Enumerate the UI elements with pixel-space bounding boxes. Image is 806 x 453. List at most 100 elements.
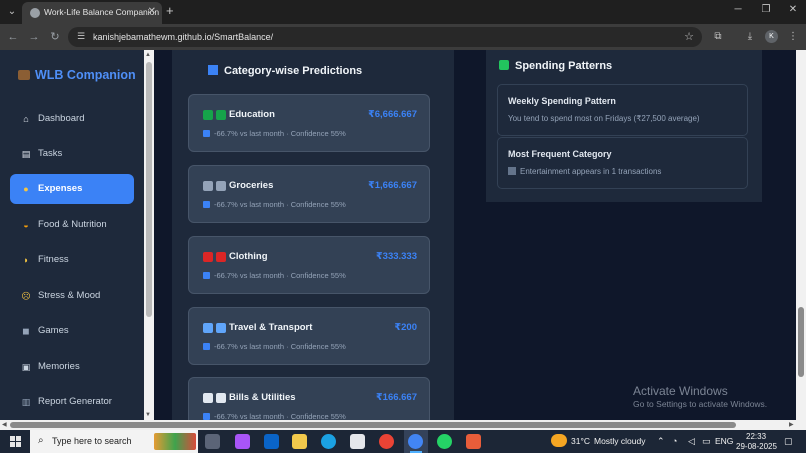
minimize-button[interactable]: ─ — [728, 4, 748, 15]
trend-icon — [203, 272, 210, 279]
memories-icon: ▣ — [21, 362, 31, 372]
temperature[interactable]: 31°C — [571, 436, 590, 446]
prediction-card-education: Education ₹6,666.667 -66.7% vs last mont… — [188, 94, 430, 152]
shirt-icon — [216, 252, 226, 262]
sidebar-scrollbar[interactable]: ▲ ▼ — [144, 50, 154, 420]
close-window-button[interactable]: ✕ — [783, 4, 803, 15]
weather-text[interactable]: Mostly cloudy — [594, 436, 646, 446]
clock-date[interactable]: 29-08-2025 — [736, 442, 777, 451]
page-viewport: WLB Companion ⌂ Dashboard ▤ Tasks ● Expe… — [0, 50, 806, 420]
translate-icon[interactable]: ⧉ — [710, 29, 726, 45]
sidebar-item-tasks[interactable]: ▤ Tasks — [10, 139, 134, 169]
chrome-icon[interactable] — [379, 434, 394, 449]
scroll-down-arrow-icon[interactable]: ▼ — [145, 412, 151, 418]
taskbar-chrome-active[interactable] — [404, 430, 428, 453]
sidebar-item-report-generator[interactable]: ▥ Report Generator — [10, 387, 134, 417]
receipt-icon — [216, 393, 226, 403]
task-view-icon[interactable] — [205, 434, 220, 449]
page-vertical-scrollbar-thumb[interactable] — [798, 307, 804, 377]
airplane-icon — [203, 323, 213, 333]
app-icon[interactable] — [466, 434, 481, 449]
trend-icon — [203, 413, 210, 420]
money-bag-icon: ● — [23, 184, 29, 194]
trend-icon — [203, 343, 210, 350]
copilot-icon[interactable] — [235, 434, 250, 449]
store-icon[interactable] — [350, 434, 365, 449]
sidebar-item-fitness[interactable]: ◗ Fitness — [10, 245, 134, 275]
clapper-icon — [508, 167, 516, 175]
home-icon: ⌂ — [23, 114, 29, 124]
brand-name: WLB Companion — [35, 68, 136, 82]
page-vertical-scrollbar[interactable] — [796, 50, 806, 420]
sidebar-item-stress-mood[interactable]: ☹ Stress & Mood — [10, 281, 134, 311]
bar-chart-icon — [208, 65, 218, 75]
taskbar-search-box[interactable]: ⌕ Type here to search — [30, 430, 198, 453]
page-horizontal-scrollbar[interactable]: ◀ ▶ — [0, 420, 806, 430]
cart-icon — [216, 181, 226, 191]
sidebar-item-dashboard[interactable]: ⌂ Dashboard — [10, 104, 134, 134]
new-tab-button[interactable]: + — [166, 3, 174, 18]
activate-windows-subtitle: Go to Settings to activate Windows. — [633, 399, 768, 409]
face-icon: ☹ — [21, 291, 31, 301]
file-explorer-icon[interactable] — [292, 434, 307, 449]
whatsapp-icon[interactable] — [437, 434, 452, 449]
language-indicator[interactable]: ENG — [715, 436, 733, 446]
sidebar-item-food-nutrition[interactable]: ◒ Food & Nutrition — [10, 210, 134, 240]
download-icon[interactable]: ⤓ — [742, 29, 758, 45]
cart-icon — [203, 181, 213, 191]
windows-start-icon[interactable] — [10, 436, 21, 447]
battery-icon[interactable]: ▭ — [702, 436, 711, 447]
predictions-title: Category-wise Predictions — [208, 65, 362, 77]
trend-icon — [203, 201, 210, 208]
edge-icon[interactable] — [321, 434, 336, 449]
clock-time[interactable]: 22:33 — [746, 432, 766, 441]
food-icon: ◒ — [23, 220, 29, 230]
search-highlight-image — [154, 433, 196, 450]
weather-cloud-sun-icon[interactable] — [551, 434, 567, 447]
brand-logo[interactable]: WLB Companion — [18, 68, 136, 82]
clipboard-icon: ▤ — [21, 149, 31, 159]
prediction-card-travel-transport: Travel & Transport ₹200 -66.7% vs last m… — [188, 307, 430, 365]
prediction-card-clothing: Clothing ₹333.333 -66.7% vs last month ·… — [188, 236, 430, 294]
network-icon[interactable]: ◔ — [672, 436, 677, 446]
scroll-left-arrow-icon[interactable]: ◀ — [2, 421, 7, 428]
prediction-card-bills-utilities: Bills & Utilities ₹166.667 -66.7% vs las… — [188, 377, 430, 420]
report-icon: ▥ — [21, 397, 31, 407]
sidebar-scrollbar-thumb[interactable] — [146, 62, 152, 317]
reload-button[interactable]: ↻ — [47, 29, 63, 45]
main-content: Category-wise Predictions Education ₹6,6… — [154, 50, 798, 420]
browser-toolbar: ← → ↻ ☰ kanishjebamathewm.github.io/Smar… — [0, 24, 806, 50]
sidebar-item-expenses[interactable]: ● Expenses — [10, 174, 134, 204]
flexed-arm-icon: ◗ — [23, 255, 29, 265]
frequent-category-card: Most Frequent Category Entertainment app… — [497, 137, 748, 189]
tab-search-icon[interactable]: ⌄ — [4, 4, 20, 20]
outlook-icon[interactable] — [264, 434, 279, 449]
browser-tab[interactable]: Work-Life Balance Companion ✕ — [22, 2, 162, 24]
puzzle-icon — [499, 60, 509, 70]
activate-windows-title: Activate Windows — [633, 384, 728, 398]
game-controller-icon: ◼ — [22, 326, 30, 336]
chrome-active-icon — [408, 434, 423, 449]
briefcase-icon — [18, 70, 30, 80]
menu-icon[interactable]: ⋮ — [785, 29, 801, 45]
sidebar: WLB Companion ⌂ Dashboard ▤ Tasks ● Expe… — [0, 50, 144, 420]
receipt-icon — [203, 393, 213, 403]
site-info-icon[interactable]: ☰ — [77, 31, 85, 42]
scroll-up-arrow-icon[interactable]: ▲ — [145, 52, 151, 58]
bookmark-star-icon[interactable]: ☆ — [684, 30, 694, 43]
chevron-up-icon[interactable]: ⌃ — [657, 436, 665, 447]
page-horizontal-scrollbar-thumb[interactable] — [10, 422, 736, 428]
scroll-right-arrow-icon[interactable]: ▶ — [789, 421, 794, 428]
sidebar-item-games[interactable]: ◼ Games — [10, 316, 134, 346]
address-bar[interactable]: ☰ kanishjebamathewm.github.io/SmartBalan… — [68, 27, 702, 47]
forward-button[interactable]: → — [26, 29, 42, 45]
maximize-button[interactable]: ❐ — [756, 4, 776, 15]
sidebar-item-memories[interactable]: ▣ Memories — [10, 352, 134, 382]
close-tab-icon[interactable]: ✕ — [148, 6, 156, 17]
notification-icon[interactable]: ▢ — [784, 436, 793, 447]
profile-avatar[interactable]: K — [765, 30, 778, 43]
tab-title: Work-Life Balance Companion — [44, 7, 160, 17]
url-text: kanishjebamathewm.github.io/SmartBalance… — [93, 32, 274, 42]
volume-icon[interactable]: ◁ — [688, 436, 695, 447]
back-button[interactable]: ← — [5, 29, 21, 45]
